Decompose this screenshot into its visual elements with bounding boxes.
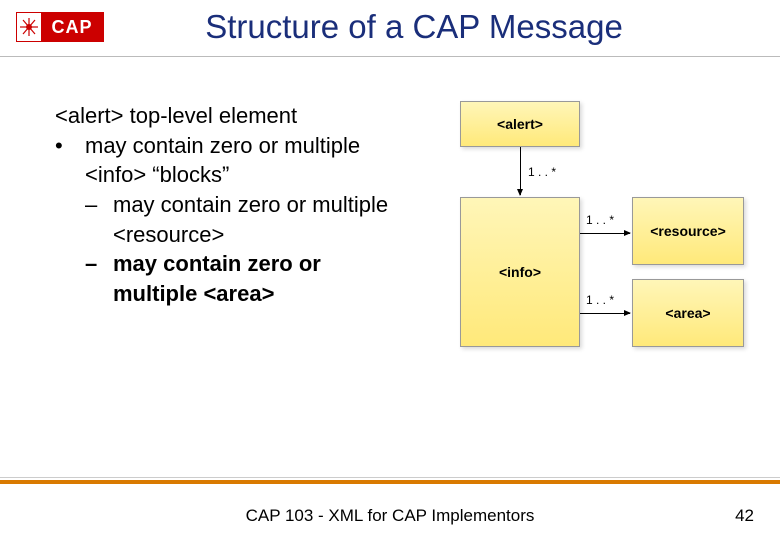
text-column: <alert> top-level element • may contain … [55,101,410,391]
alert-box: <alert> [460,101,580,147]
sub-bullet-item: – may contain zero or multiple <area> [55,249,410,308]
logo-text: CAP [41,13,103,41]
footer-divider [0,480,780,484]
dash-icon: – [85,190,113,249]
body-line: <alert> top-level element [55,101,410,131]
dash-icon: – [85,249,113,308]
burst-icon [17,13,41,41]
arrow-right-icon [580,233,630,234]
bullet-text: may contain zero or multiple <info> “blo… [85,131,410,190]
slide-footer: CAP 103 - XML for CAP Implementors 42 [0,506,780,526]
multiplicity-label: 1 . . * [586,293,614,307]
sub-bullet-text: may contain zero or multiple <resource> [113,190,410,249]
slide-title: Structure of a CAP Message [104,8,764,46]
cap-logo: CAP [16,12,104,42]
arrow-down-icon [520,147,521,195]
multiplicity-label: 1 . . * [586,213,614,227]
bullet-icon: • [55,131,85,190]
area-box: <area> [632,279,744,347]
info-box: <info> [460,197,580,347]
page-number: 42 [735,506,754,526]
resource-box: <resource> [632,197,744,265]
footer-text: CAP 103 - XML for CAP Implementors [0,506,780,526]
slide-content: <alert> top-level element • may contain … [0,57,780,391]
arrow-right-icon [580,313,630,314]
sub-bullet-text: may contain zero or multiple <area> [113,249,410,308]
slide-header: CAP Structure of a CAP Message [0,0,780,50]
structure-diagram: <alert> 1 . . * <info> 1 . . * <resource… [420,101,750,391]
sub-bullet-item: – may contain zero or multiple <resource… [55,190,410,249]
bullet-item: • may contain zero or multiple <info> “b… [55,131,410,190]
multiplicity-label: 1 . . * [528,165,556,179]
